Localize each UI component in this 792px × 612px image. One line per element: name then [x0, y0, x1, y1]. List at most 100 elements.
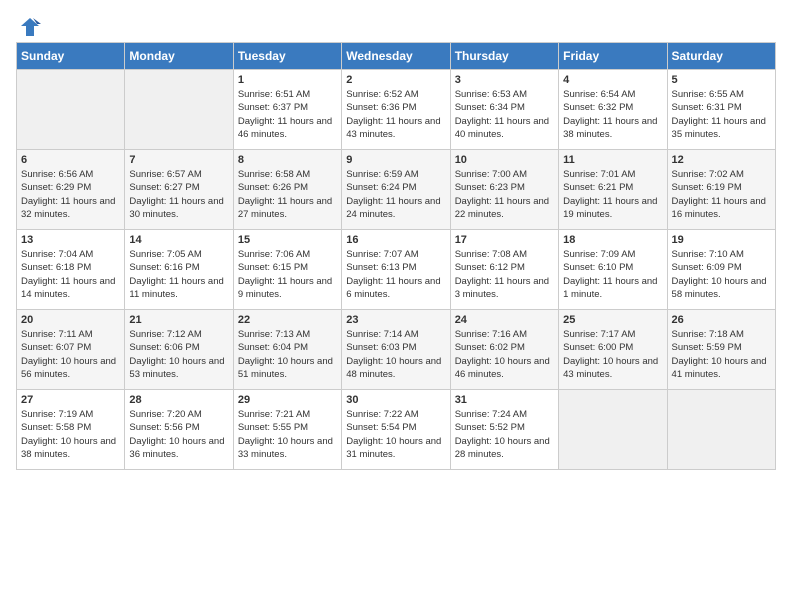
header-cell-friday: Friday: [559, 43, 667, 70]
day-detail: Sunrise: 6:54 AMSunset: 6:32 PMDaylight:…: [563, 89, 657, 140]
calendar-header: SundayMondayTuesdayWednesdayThursdayFrid…: [17, 43, 776, 70]
calendar-table: SundayMondayTuesdayWednesdayThursdayFrid…: [16, 42, 776, 470]
day-detail: Sunrise: 7:00 AMSunset: 6:23 PMDaylight:…: [455, 169, 549, 220]
day-cell: 15Sunrise: 7:06 AMSunset: 6:15 PMDayligh…: [233, 230, 341, 310]
day-cell: 23 Sunrise: 7:14 AMSunset: 6:03 PMDayligh…: [342, 310, 450, 390]
day-number: 6: [21, 154, 120, 166]
day-cell: [559, 390, 667, 470]
day-cell: 1 Sunrise: 6:51 AMSunset: 6:37 PMDaylight…: [233, 70, 341, 150]
day-cell: 24 Sunrise: 7:16 AMSunset: 6:02 PMDayligh…: [450, 310, 558, 390]
day-number: 29: [238, 394, 337, 406]
day-number: 12: [672, 154, 771, 166]
header-cell-sunday: Sunday: [17, 43, 125, 70]
day-detail: Sunrise: 7:12 AMSunset: 6:06 PMDaylight:…: [129, 329, 224, 380]
day-cell: 6 Sunrise: 6:56 AMSunset: 6:29 PMDaylight…: [17, 150, 125, 230]
day-cell: [17, 70, 125, 150]
day-number: 30: [346, 394, 445, 406]
day-cell: 29 Sunrise: 7:21 AMSunset: 5:55 PMDayligh…: [233, 390, 341, 470]
day-cell: 9 Sunrise: 6:59 AMSunset: 6:24 PMDaylight…: [342, 150, 450, 230]
day-number: 2: [346, 74, 445, 86]
day-number: 9: [346, 154, 445, 166]
header-row: SundayMondayTuesdayWednesdayThursdayFrid…: [17, 43, 776, 70]
day-cell: 10 Sunrise: 7:00 AMSunset: 6:23 PMDayligh…: [450, 150, 558, 230]
day-detail: Sunrise: 6:57 AMSunset: 6:27 PMDaylight:…: [129, 169, 223, 220]
day-number: 13: [21, 234, 120, 246]
day-cell: 26Sunrise: 7:18 AMSunset: 5:59 PMDayligh…: [667, 310, 775, 390]
day-number: 14: [129, 234, 228, 246]
day-number: 15: [238, 234, 337, 246]
day-cell: 2 Sunrise: 6:52 AMSunset: 6:36 PMDaylight…: [342, 70, 450, 150]
day-number: 5: [672, 74, 771, 86]
day-detail: Sunrise: 6:51 AMSunset: 6:37 PMDaylight:…: [238, 89, 332, 140]
day-detail: Sunrise: 7:21 AMSunset: 5:55 PMDaylight:…: [238, 409, 333, 460]
day-number: 19: [672, 234, 771, 246]
day-detail: Sunrise: 7:08 AMSunset: 6:12 PMDaylight:…: [455, 249, 549, 300]
day-cell: 5 Sunrise: 6:55 AMSunset: 6:31 PMDaylight…: [667, 70, 775, 150]
header-cell-thursday: Thursday: [450, 43, 558, 70]
day-cell: 16Sunrise: 7:07 AMSunset: 6:13 PMDayligh…: [342, 230, 450, 310]
day-cell: 3 Sunrise: 6:53 AMSunset: 6:34 PMDaylight…: [450, 70, 558, 150]
day-detail: Sunrise: 7:11 AMSunset: 6:07 PMDaylight:…: [21, 329, 116, 380]
day-number: 21: [129, 314, 228, 326]
day-detail: Sunrise: 6:52 AMSunset: 6:36 PMDaylight:…: [346, 89, 440, 140]
day-cell: 8 Sunrise: 6:58 AMSunset: 6:26 PMDaylight…: [233, 150, 341, 230]
day-number: 31: [455, 394, 554, 406]
day-number: 8: [238, 154, 337, 166]
day-detail: Sunrise: 7:14 AMSunset: 6:03 PMDaylight:…: [346, 329, 441, 380]
day-cell: 17 Sunrise: 7:08 AMSunset: 6:12 PMDayligh…: [450, 230, 558, 310]
week-row-4: 20 Sunrise: 7:11 AMSunset: 6:07 PMDayligh…: [17, 310, 776, 390]
day-number: 1: [238, 74, 337, 86]
day-cell: 31Sunrise: 7:24 AMSunset: 5:52 PMDayligh…: [450, 390, 558, 470]
day-cell: 11Sunrise: 7:01 AMSunset: 6:21 PMDayligh…: [559, 150, 667, 230]
day-detail: Sunrise: 7:10 AMSunset: 6:09 PMDaylight:…: [672, 249, 767, 300]
day-detail: Sunrise: 6:59 AMSunset: 6:24 PMDaylight:…: [346, 169, 440, 220]
day-detail: Sunrise: 6:53 AMSunset: 6:34 PMDaylight:…: [455, 89, 549, 140]
day-detail: Sunrise: 7:04 AMSunset: 6:18 PMDaylight:…: [21, 249, 115, 300]
day-detail: Sunrise: 7:07 AMSunset: 6:13 PMDaylight:…: [346, 249, 440, 300]
day-number: 24: [455, 314, 554, 326]
day-number: 18: [563, 234, 662, 246]
day-number: 20: [21, 314, 120, 326]
calendar-body: 1 Sunrise: 6:51 AMSunset: 6:37 PMDaylight…: [17, 70, 776, 470]
day-cell: 30 Sunrise: 7:22 AMSunset: 5:54 PMDayligh…: [342, 390, 450, 470]
day-detail: Sunrise: 6:58 AMSunset: 6:26 PMDaylight:…: [238, 169, 332, 220]
page-header: [16, 16, 776, 34]
day-detail: Sunrise: 7:13 AMSunset: 6:04 PMDaylight:…: [238, 329, 333, 380]
week-row-2: 6 Sunrise: 6:56 AMSunset: 6:29 PMDaylight…: [17, 150, 776, 230]
week-row-1: 1 Sunrise: 6:51 AMSunset: 6:37 PMDaylight…: [17, 70, 776, 150]
header-cell-monday: Monday: [125, 43, 233, 70]
day-cell: 4Sunrise: 6:54 AMSunset: 6:32 PMDaylight…: [559, 70, 667, 150]
day-cell: 28Sunrise: 7:20 AMSunset: 5:56 PMDayligh…: [125, 390, 233, 470]
day-number: 23: [346, 314, 445, 326]
day-cell: 22 Sunrise: 7:13 AMSunset: 6:04 PMDayligh…: [233, 310, 341, 390]
day-detail: Sunrise: 6:56 AMSunset: 6:29 PMDaylight:…: [21, 169, 115, 220]
day-cell: 27Sunrise: 7:19 AMSunset: 5:58 PMDayligh…: [17, 390, 125, 470]
day-cell: [125, 70, 233, 150]
day-number: 26: [672, 314, 771, 326]
header-cell-tuesday: Tuesday: [233, 43, 341, 70]
logo-bird-icon: [19, 16, 41, 38]
day-number: 10: [455, 154, 554, 166]
day-cell: 21 Sunrise: 7:12 AMSunset: 6:06 PMDayligh…: [125, 310, 233, 390]
day-detail: Sunrise: 6:55 AMSunset: 6:31 PMDaylight:…: [672, 89, 766, 140]
day-cell: 18 Sunrise: 7:09 AMSunset: 6:10 PMDayligh…: [559, 230, 667, 310]
day-number: 7: [129, 154, 228, 166]
day-detail: Sunrise: 7:02 AMSunset: 6:19 PMDaylight:…: [672, 169, 766, 220]
day-detail: Sunrise: 7:05 AMSunset: 6:16 PMDaylight:…: [129, 249, 223, 300]
day-number: 3: [455, 74, 554, 86]
logo: [16, 16, 41, 34]
header-cell-saturday: Saturday: [667, 43, 775, 70]
day-cell: 20 Sunrise: 7:11 AMSunset: 6:07 PMDayligh…: [17, 310, 125, 390]
day-cell: [667, 390, 775, 470]
day-cell: 25Sunrise: 7:17 AMSunset: 6:00 PMDayligh…: [559, 310, 667, 390]
day-cell: 13 Sunrise: 7:04 AMSunset: 6:18 PMDayligh…: [17, 230, 125, 310]
day-number: 28: [129, 394, 228, 406]
day-number: 17: [455, 234, 554, 246]
day-number: 11: [563, 154, 662, 166]
week-row-3: 13 Sunrise: 7:04 AMSunset: 6:18 PMDayligh…: [17, 230, 776, 310]
day-number: 27: [21, 394, 120, 406]
day-number: 22: [238, 314, 337, 326]
day-detail: Sunrise: 7:16 AMSunset: 6:02 PMDaylight:…: [455, 329, 550, 380]
day-detail: Sunrise: 7:09 AMSunset: 6:10 PMDaylight:…: [563, 249, 657, 300]
day-detail: Sunrise: 7:22 AMSunset: 5:54 PMDaylight:…: [346, 409, 441, 460]
